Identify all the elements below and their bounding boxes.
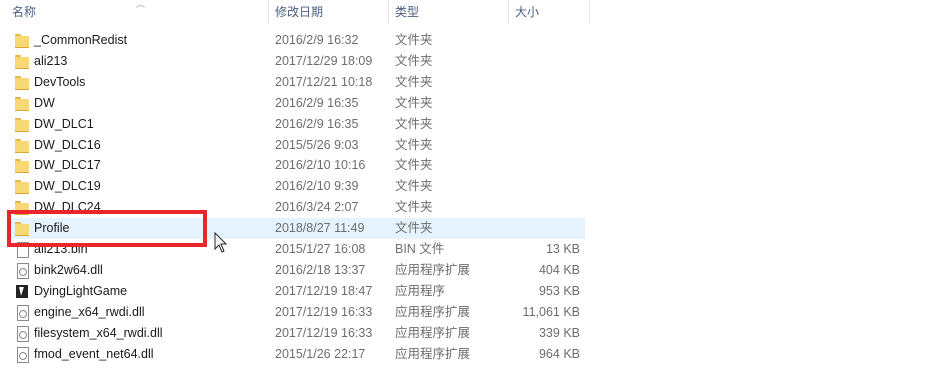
file-modified-date: 2016/2/10 9:39: [275, 179, 359, 194]
file-modified-date: 2017/12/29 18:09: [275, 53, 373, 68]
column-header-modified[interactable]: 修改日期: [275, 2, 323, 22]
file-name: DW_DLC1: [34, 116, 94, 131]
file-modified-date: 2017/12/19 18:47: [275, 283, 373, 298]
column-header-size[interactable]: 大小: [515, 2, 539, 22]
column-divider[interactable]: [268, 0, 269, 24]
column-divider[interactable]: [388, 0, 389, 24]
file-type: 文件夹: [395, 221, 433, 236]
file-name: ali213: [34, 53, 68, 68]
file-modified-date: 2015/1/26 22:17: [275, 346, 366, 361]
folder-icon: [15, 179, 30, 195]
file-type: 文件夹: [395, 200, 433, 215]
folder-icon: [15, 75, 30, 90]
file-type: 应用程序扩展: [395, 346, 471, 361]
file-type: 应用程序: [395, 283, 446, 298]
dll-icon: [15, 346, 30, 363]
file-modified-date: 2015/5/26 9:03: [275, 137, 359, 152]
file-name: DW_DLC17: [34, 158, 101, 173]
file-row[interactable]: bink2w64.dll 2016/2/18 13:37 应用程序扩展 404 KB: [8, 260, 585, 281]
file-type: 文件夹: [395, 179, 433, 194]
file-type: 文件夹: [395, 33, 433, 47]
highlight-box: [7, 210, 207, 247]
file-name: DW_DLC16: [34, 137, 101, 152]
file-type: BIN 文件: [395, 242, 445, 256]
file-type: 文件夹: [395, 53, 433, 68]
file-row[interactable]: DW_DLC16 2015/5/26 9:03 文件夹: [8, 135, 585, 156]
file-name: filesystem_x64_rwdi.dll: [34, 325, 163, 340]
file-row[interactable]: DW_DLC19 2016/2/10 9:39 文件夹: [8, 176, 585, 197]
file-modified-date: 2017/12/19 16:33: [275, 325, 373, 340]
file-row[interactable]: ali213 2017/12/29 18:09 文件夹: [8, 51, 585, 72]
file-row[interactable]: DW_DLC1 2016/2/9 16:35 文件夹: [8, 114, 585, 135]
file-name: DW: [34, 95, 55, 110]
file-row[interactable]: _CommonRedist 2016/2/9 16:32 文件夹: [8, 30, 585, 51]
file-name: _CommonRedist: [34, 33, 128, 47]
file-row[interactable]: DW 2016/2/9 16:35 文件夹: [8, 93, 585, 114]
folder-icon: [15, 138, 30, 153]
file-row[interactable]: DyingLightGame 2017/12/19 18:47 应用程序 953 KB: [8, 281, 585, 302]
folder-icon: [15, 158, 30, 174]
file-size: 339 KB: [538, 325, 580, 340]
mouse-cursor-icon: [214, 232, 228, 253]
file-row[interactable]: filesystem_x64_rwdi.dll 2017/12/19 16:33 应…: [8, 323, 585, 344]
file-size: 964 KB: [538, 346, 580, 361]
file-modified-date: 2016/3/24 2:07: [275, 200, 359, 215]
folder-icon: [15, 54, 30, 69]
file-size: 11,061 KB: [522, 304, 580, 319]
file-type: 文件夹: [395, 137, 433, 152]
column-header-name[interactable]: 名称: [12, 2, 36, 22]
file-name: DevTools: [34, 74, 86, 89]
file-modified-date: 2017/12/21 10:18: [275, 74, 373, 89]
file-size: 13 KB: [545, 242, 580, 256]
file-row[interactable]: engine_x64_rwdi.dll 2017/12/19 16:33 应用程序扩…: [8, 302, 585, 323]
column-header-type[interactable]: 类型: [395, 2, 419, 22]
file-row[interactable]: DW_DLC17 2016/2/10 10:16 文件夹: [8, 155, 585, 176]
app-icon: [15, 284, 30, 299]
file-size: 953 KB: [538, 283, 580, 298]
column-divider[interactable]: [589, 0, 590, 24]
file-modified-date: 2017/12/19 16:33: [275, 304, 373, 319]
file-size: 404 KB: [538, 262, 580, 277]
file-name: DyingLightGame: [34, 283, 128, 298]
file-row[interactable]: fmod_event_net64.dll 2015/1/26 22:17 应用程序扩…: [8, 344, 585, 365]
file-modified-date: 2015/1/27 16:08: [275, 242, 366, 256]
file-type: 文件夹: [395, 74, 433, 89]
file-modified-date: 2016/2/9 16:35: [275, 116, 359, 131]
folder-icon: [15, 33, 30, 48]
file-name: DW_DLC19: [34, 179, 101, 194]
file-modified-date: 2016/2/9 16:32: [275, 33, 359, 47]
file-modified-date: 2016/2/18 13:37: [275, 262, 366, 277]
dll-icon: [15, 262, 30, 279]
file-type: 文件夹: [395, 116, 433, 131]
file-name: engine_x64_rwdi.dll: [34, 304, 145, 319]
column-divider[interactable]: [508, 0, 509, 24]
folder-icon: [15, 96, 30, 111]
folder-icon: [15, 117, 30, 132]
sort-up-icon: ︿: [136, 0, 146, 9]
file-type: 文件夹: [395, 158, 433, 173]
file-type: 应用程序扩展: [395, 304, 471, 319]
file-modified-date: 2016/2/10 10:16: [275, 158, 366, 173]
dll-icon: [15, 325, 30, 342]
file-type: 文件夹: [395, 95, 433, 110]
file-name: bink2w64.dll: [34, 262, 103, 277]
column-header-bar: ︿ 名称 修改日期 类型 大小: [0, 0, 590, 24]
file-type: 应用程序扩展: [395, 262, 471, 277]
file-row[interactable]: DevTools 2017/12/21 10:18 文件夹: [8, 72, 585, 93]
file-modified-date: 2016/2/9 16:35: [275, 95, 359, 110]
file-modified-date: 2018/8/27 11:49: [275, 221, 365, 236]
file-name: fmod_event_net64.dll: [34, 346, 154, 361]
dll-icon: [15, 304, 30, 321]
file-type: 应用程序扩展: [395, 325, 471, 340]
